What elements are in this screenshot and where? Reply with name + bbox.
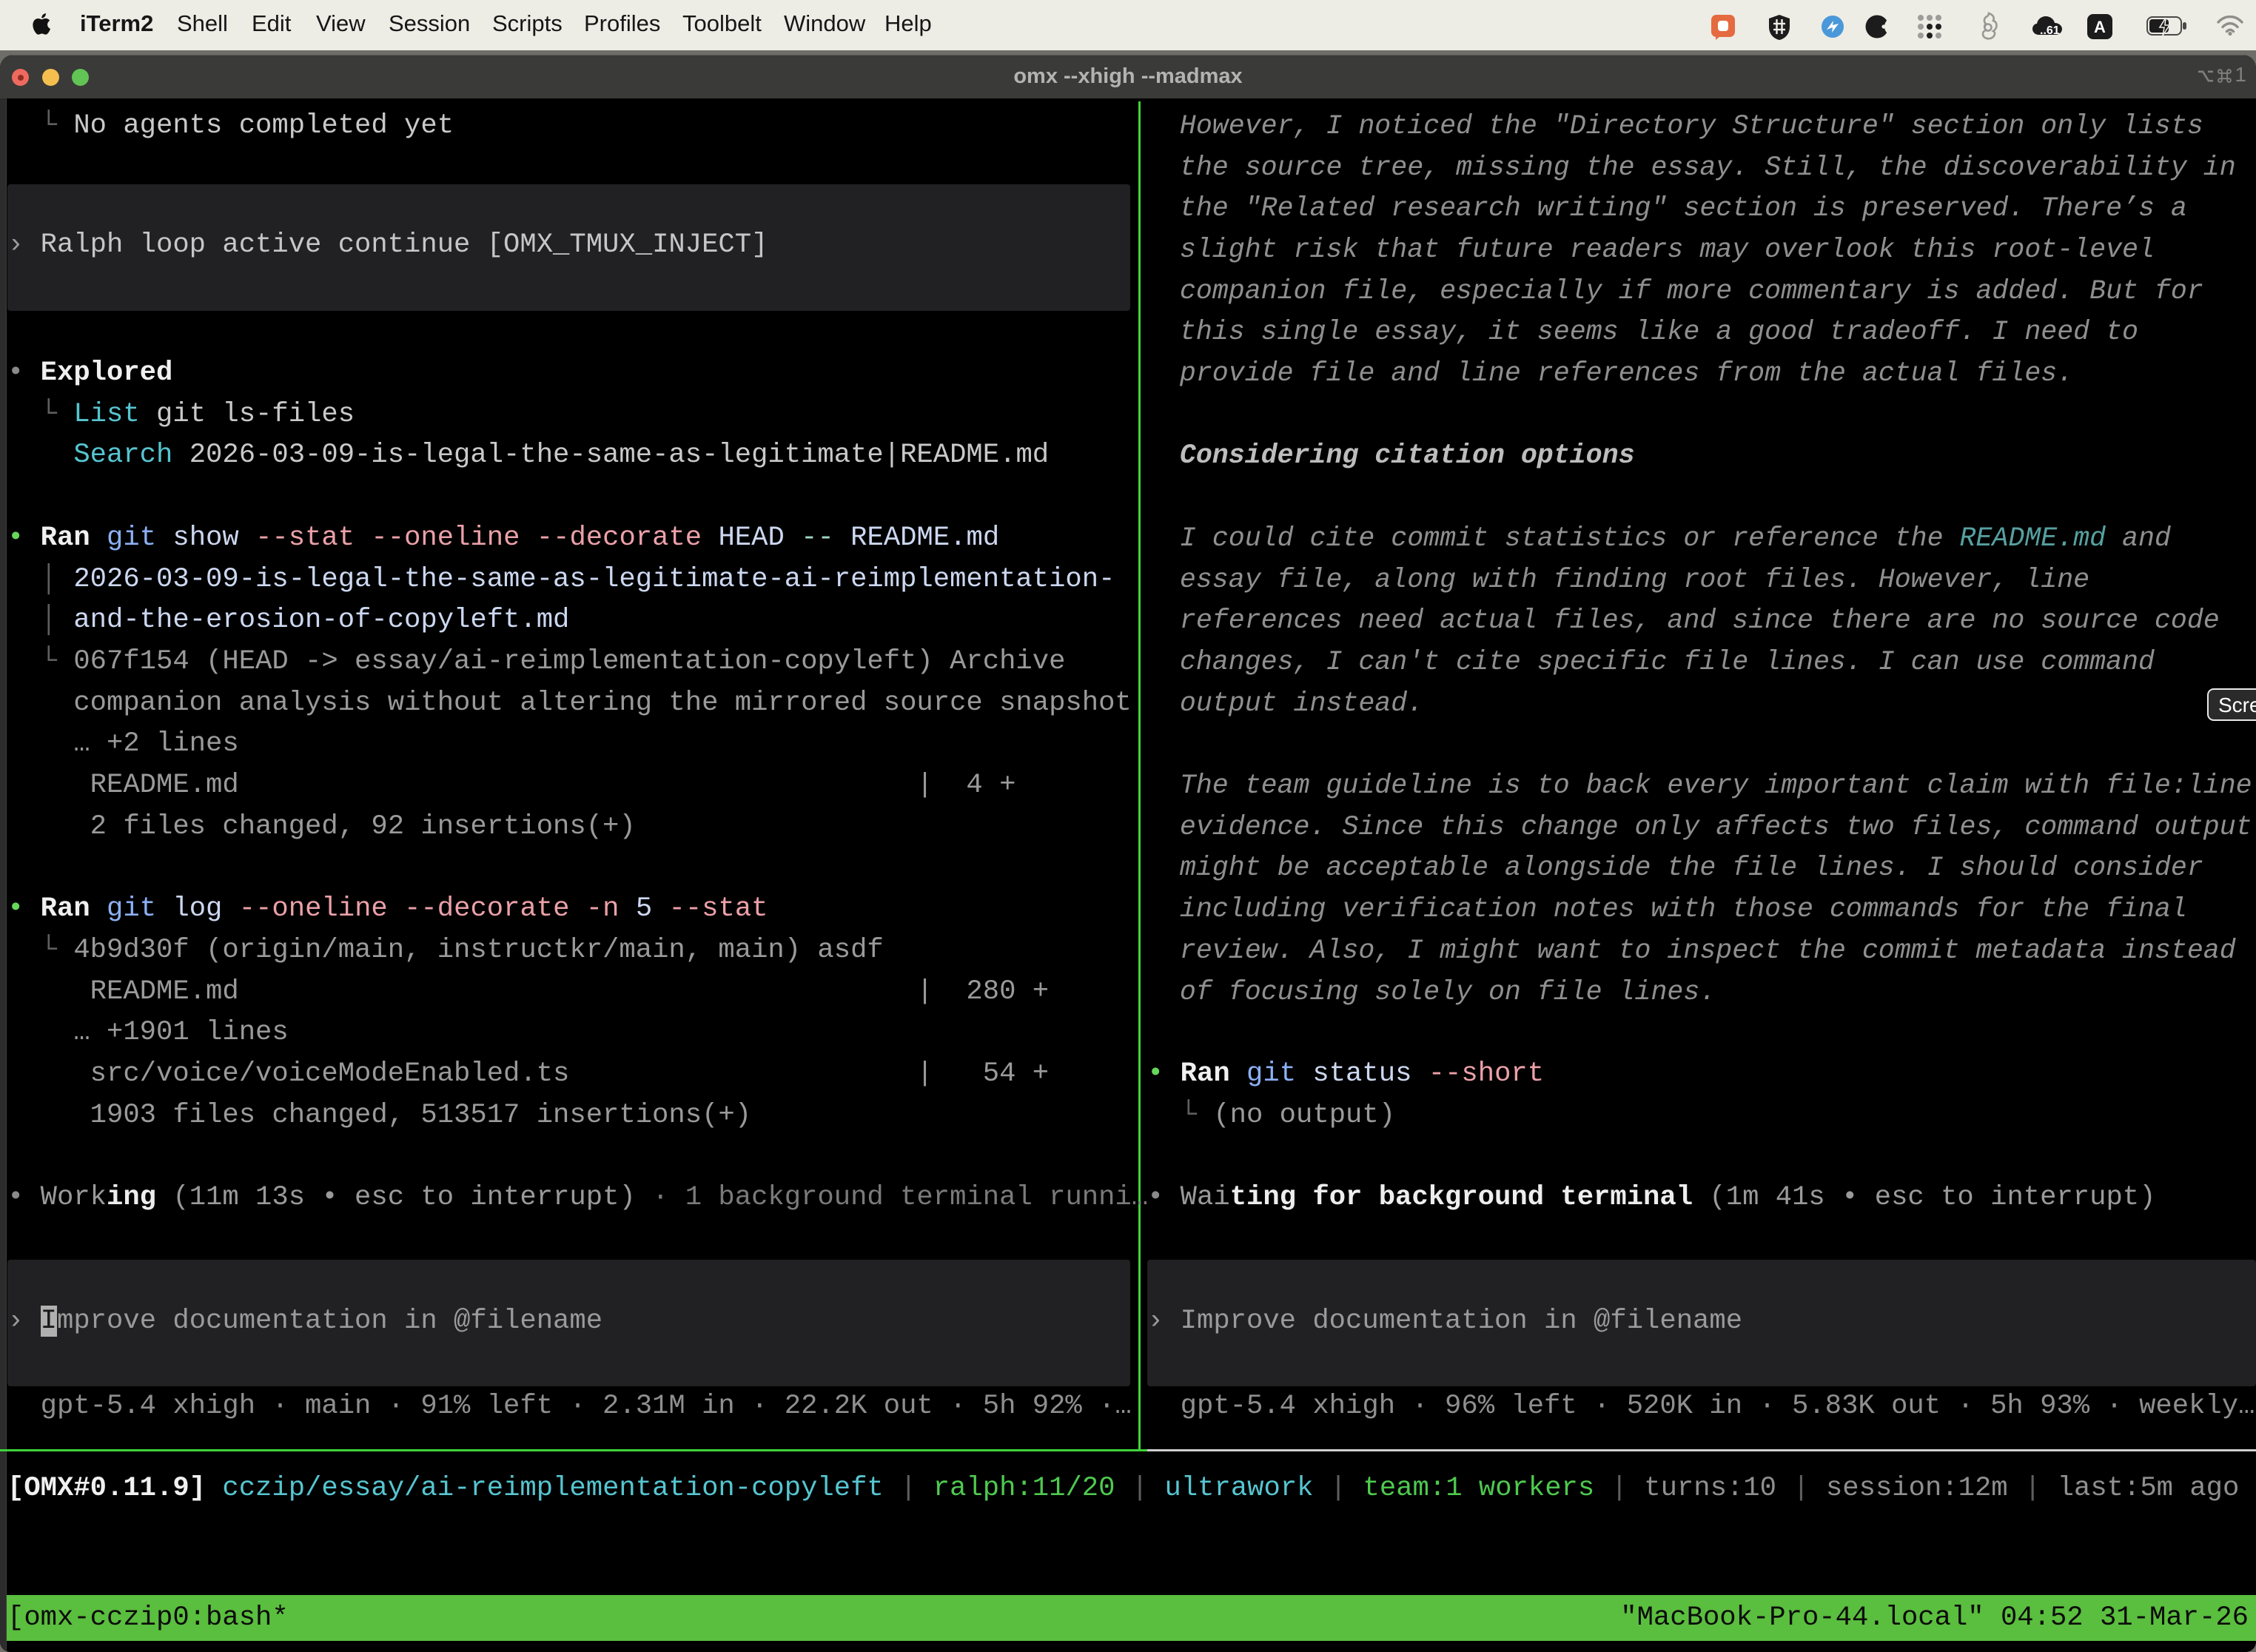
- svg-text:..61: ..61: [2040, 24, 2060, 37]
- svg-text:A: A: [2094, 18, 2106, 36]
